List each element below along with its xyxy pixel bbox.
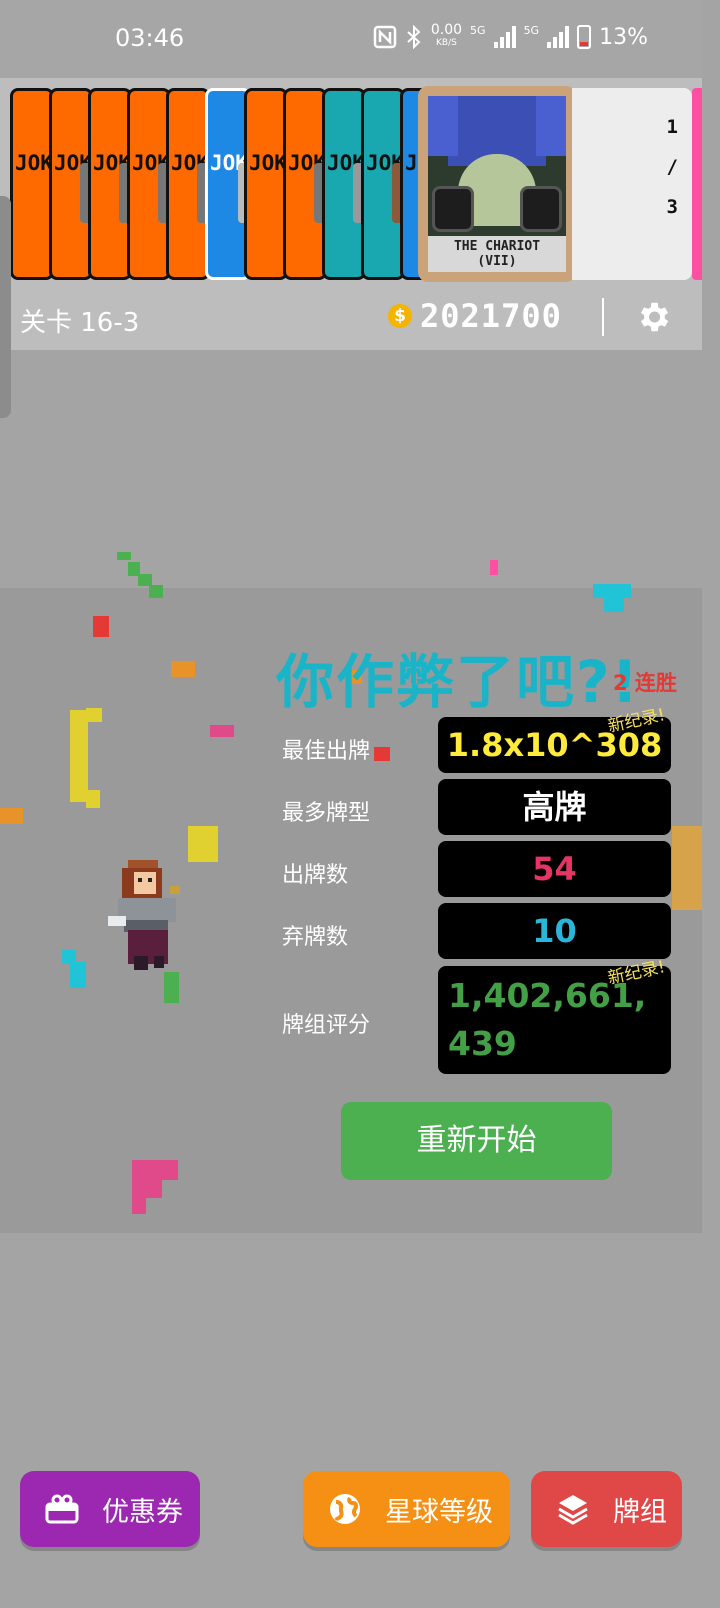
joker-card[interactable]: JOKER <box>244 88 288 280</box>
side-drawer-handle[interactable] <box>0 196 11 418</box>
confetti <box>86 708 102 722</box>
confetti <box>149 585 163 598</box>
confetti <box>132 1196 146 1214</box>
gift-icon <box>42 1489 82 1529</box>
confetti <box>604 598 624 612</box>
battery-level: 13% <box>599 24 648 50</box>
deck-button[interactable]: 牌组 <box>531 1471 682 1547</box>
sim2-label: 5G <box>523 24 540 37</box>
chariot-art <box>428 96 566 236</box>
status-icons: 0.00 KB/S 5G 5G 13% <box>373 22 648 50</box>
confetti <box>188 826 218 862</box>
stat-box-discards: 10 <box>438 903 671 959</box>
stat-label-discards: 弃牌数 <box>282 925 349 950</box>
signal-icon-2 <box>547 26 570 48</box>
stat-value-hands-played: 54 <box>532 850 577 888</box>
tarot-card-chariot[interactable]: THE CHARIOT (VII) <box>418 86 576 282</box>
divider <box>602 298 604 336</box>
card-edge <box>692 88 702 280</box>
confetti <box>593 584 631 598</box>
money-amount: 2021700 <box>420 297 562 335</box>
coupon-button[interactable]: 优惠券 <box>20 1471 200 1547</box>
joker-card[interactable]: JOKER <box>88 88 132 280</box>
deck-label: 牌组 <box>613 1496 667 1528</box>
joker-card[interactable]: JOKER <box>283 88 327 280</box>
stat-box-hands-played: 54 <box>438 841 671 897</box>
joker-strip[interactable]: JOKER JOKER JOKER JOKER JOKER JOKER JOKE… <box>0 78 702 288</box>
net-speed: 0.00 KB/S <box>430 22 463 48</box>
confetti <box>117 552 131 560</box>
confetti <box>70 710 88 802</box>
stat-box-most-hand: 高牌 <box>438 779 671 835</box>
joker-card[interactable]: JOKER <box>127 88 171 280</box>
clock: 03:46 <box>115 24 185 52</box>
result-headline: 你作弊了吧?! <box>276 648 641 716</box>
layers-icon <box>553 1489 593 1529</box>
status-bar: 03:46 0.00 KB/S 5G 5G 13% <box>0 0 702 78</box>
stat-label-best-hand: 最佳出牌 <box>282 739 371 764</box>
confetti <box>210 725 234 737</box>
stat-label-deck-score: 牌组评分 <box>282 1013 371 1038</box>
stat-label-most-hand: 最多牌型 <box>282 801 371 826</box>
coupon-label: 优惠券 <box>102 1496 183 1528</box>
confetti <box>86 790 100 808</box>
stat-value-discards: 10 <box>532 912 577 950</box>
joker-card[interactable]: JOKER <box>166 88 210 280</box>
sim1-label: 5G <box>470 24 486 37</box>
joker-card[interactable]: JOKER <box>322 88 366 280</box>
coin-icon: $ <box>388 304 412 328</box>
joker-card[interactable]: JOKER <box>49 88 93 280</box>
info-bar: 关卡 16-3 <box>0 288 702 350</box>
confetti <box>672 826 702 910</box>
stat-label-hands-played: 出牌数 <box>282 863 349 888</box>
confetti <box>132 1178 162 1198</box>
confetti <box>171 661 195 677</box>
joker-card[interactable]: JOKER <box>361 88 405 280</box>
confetti <box>374 747 390 761</box>
win-streak: 2 连胜 <box>613 671 677 695</box>
tarot-caption: THE CHARIOT (VII) <box>428 236 566 272</box>
confetti <box>70 962 86 988</box>
gear-icon[interactable] <box>634 298 672 336</box>
restart-button[interactable]: 重新开始 <box>341 1102 612 1180</box>
bluetooth-icon <box>407 25 421 49</box>
globe-icon <box>325 1489 365 1529</box>
nfc-icon <box>373 25 397 49</box>
signal-icon <box>493 26 516 48</box>
confetti <box>93 616 109 637</box>
level-label: 关卡 16-3 <box>20 308 140 338</box>
hero-character <box>108 860 180 970</box>
stat-value-most-hand: 高牌 <box>522 788 587 826</box>
confetti <box>132 1160 178 1180</box>
battery-icon <box>577 25 592 49</box>
planet-level-button[interactable]: 星球等级 <box>303 1471 510 1547</box>
confetti <box>0 808 23 824</box>
confetti <box>490 560 498 575</box>
planet-level-label: 星球等级 <box>385 1496 493 1528</box>
joker-count: 1 / 3 <box>572 88 692 280</box>
joker-card[interactable]: JOKER <box>10 88 54 280</box>
